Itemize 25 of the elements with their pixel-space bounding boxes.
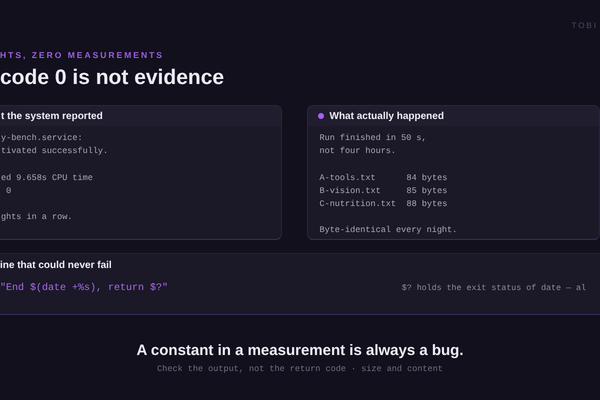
status-dot (318, 113, 324, 119)
card-title: What actually happened (330, 110, 444, 122)
file-size: 85 bytes (406, 184, 448, 198)
log-line: tivated successfully. (1, 145, 110, 158)
log-line: 0 (5, 184, 12, 198)
log-line: Byte-identical every night. (320, 224, 458, 238)
brand-label: TOBI (571, 21, 598, 30)
log-line: y-bench.service: (1, 132, 84, 145)
card-title: t the system reported (1, 110, 103, 122)
footer-subline: Check the output, not the return code · size and content (157, 364, 443, 374)
file-name: B-vision.txt (320, 184, 382, 198)
eyebrow-text: HTS, ZERO MEASUREMENTS (0, 50, 165, 60)
page-title: code 0 is not evidence (0, 66, 226, 90)
card-title: ine that could never fail (0, 260, 113, 271)
file-name: A-tools.txt (320, 172, 377, 185)
footer-headline: A constant in a measurement is always a bug. (136, 342, 464, 359)
log-line: ghts in a row. (1, 211, 74, 224)
log-line: not four hours. (320, 145, 398, 158)
file-size: 84 bytes (406, 172, 448, 185)
code-line: "End $(date +%s), return $?" (0, 283, 168, 294)
file-name: C-nutrition.txt (320, 198, 398, 212)
log-line: Run finished in 50 s, (320, 132, 428, 145)
file-size: 88 bytes (406, 198, 448, 212)
code-note: $? holds the exit status of date — al (402, 284, 586, 293)
log-line: ed 9.658s CPU time (1, 172, 94, 185)
